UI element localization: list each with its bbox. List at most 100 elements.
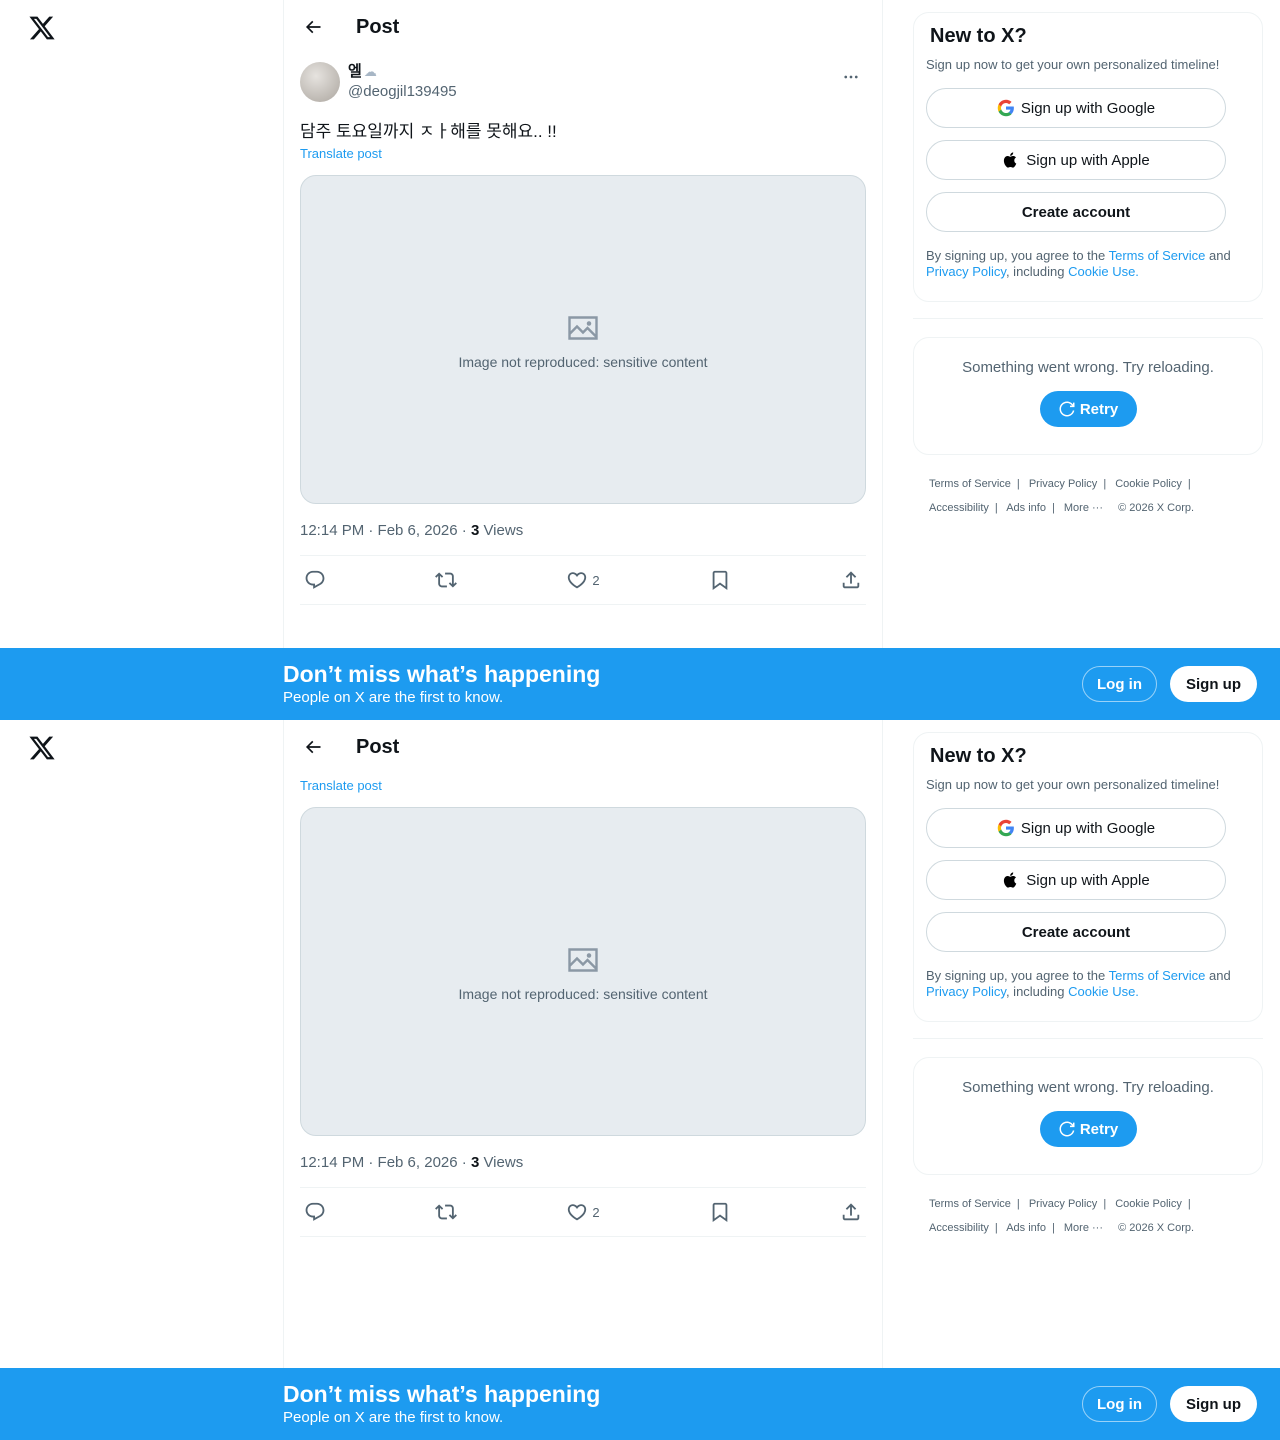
google-signup-button[interactable]: Sign up with Google xyxy=(926,88,1226,128)
footer-cookie[interactable]: Cookie Policy xyxy=(1115,478,1182,490)
footer-terms[interactable]: Terms of Service xyxy=(929,478,1011,490)
post-time[interactable]: 12:14 PM · Feb 6, 2026 · xyxy=(300,522,471,539)
cookie-use-link[interactable]: Cookie Use. xyxy=(1068,264,1139,279)
sidebar-footer: Terms of Service | Privacy Policy | Cookie… xyxy=(929,1198,1195,1234)
x-logo-icon[interactable] xyxy=(28,734,56,762)
apple-signup-button[interactable]: Sign up with Apple xyxy=(926,860,1226,900)
footer-more[interactable]: More ··· xyxy=(1064,1222,1103,1234)
terms-link[interactable]: Terms of Service xyxy=(1109,968,1206,983)
retry-button[interactable]: Retry xyxy=(1039,391,1137,427)
x-logo-icon[interactable] xyxy=(28,14,56,42)
google-signup-label: Sign up with Google xyxy=(1020,819,1156,837)
footer-privacy[interactable]: Privacy Policy xyxy=(1029,1198,1097,1210)
repost-icon[interactable] xyxy=(435,563,458,597)
banner-title: Don’t miss what’s happening xyxy=(283,661,601,687)
post-media-placeholder[interactable]: Image not reproduced: sensitive content xyxy=(300,175,866,504)
avatar[interactable] xyxy=(300,62,340,102)
apple-icon xyxy=(1004,872,1017,888)
reply-icon[interactable] xyxy=(304,1195,326,1229)
reply-icon[interactable] xyxy=(304,563,326,597)
share-icon[interactable] xyxy=(840,563,862,597)
right-sidebar: New to X? Sign up now to get your own pe… xyxy=(913,732,1263,1240)
post-meta: 12:14 PM · Feb 6, 2026 · 3 Views xyxy=(300,521,866,541)
like-icon[interactable]: 2 xyxy=(566,1195,600,1229)
sidebar-divider xyxy=(913,1038,1263,1039)
signup-banner: Don’t miss what’s happening People on X … xyxy=(0,1368,1280,1440)
create-account-button[interactable]: Create account xyxy=(926,912,1226,952)
error-card: Something went wrong. Try reloading. Ret… xyxy=(913,1057,1263,1175)
back-arrow-icon[interactable] xyxy=(296,730,330,764)
like-count: 2 xyxy=(592,1204,600,1220)
share-icon[interactable] xyxy=(840,1195,862,1229)
footer-terms[interactable]: Terms of Service xyxy=(929,1198,1011,1210)
handle[interactable]: @deogjil139495 xyxy=(348,82,457,102)
repost-icon[interactable] xyxy=(435,1195,458,1229)
back-arrow-icon[interactable] xyxy=(296,10,330,44)
footer-copyright: © 2026 X Corp. xyxy=(1118,502,1195,514)
footer-cookie[interactable]: Cookie Policy xyxy=(1115,1198,1182,1210)
action-bar: 2 xyxy=(300,1187,866,1237)
views-label: Views xyxy=(479,1154,524,1171)
retry-button[interactable]: Retry xyxy=(1039,1111,1137,1147)
more-icon[interactable] xyxy=(836,62,866,92)
post-time[interactable]: 12:14 PM · Feb 6, 2026 · xyxy=(300,1154,471,1171)
post-header: Post xyxy=(284,0,882,54)
refresh-icon xyxy=(1059,401,1075,417)
sidebar-divider xyxy=(913,318,1263,319)
signup-banner: Don’t miss what’s happening People on X … xyxy=(0,648,1280,720)
terms-link[interactable]: Terms of Service xyxy=(1109,248,1206,263)
signup-button[interactable]: Sign up xyxy=(1170,666,1257,702)
google-signup-label: Sign up with Google xyxy=(1020,99,1156,117)
cookie-use-link[interactable]: Cookie Use. xyxy=(1068,984,1139,999)
error-message: Something went wrong. Try reloading. xyxy=(962,1079,1214,1096)
display-name[interactable]: 엘 xyxy=(348,63,362,80)
legal-prefix: By signing up, you agree to the xyxy=(926,248,1109,263)
action-bar: 2 xyxy=(300,555,866,605)
bookmark-icon[interactable] xyxy=(709,563,731,597)
footer-ads[interactable]: Ads info xyxy=(1006,1222,1046,1234)
footer-copyright: © 2026 X Corp. xyxy=(1118,1222,1195,1234)
google-signup-button[interactable]: Sign up with Google xyxy=(926,808,1226,848)
post: Translate post Image not reproduced: sen… xyxy=(300,720,866,1237)
legal-including: , including xyxy=(1005,264,1069,279)
banner-title: Don’t miss what’s happening xyxy=(283,1381,601,1407)
apple-signup-label: Sign up with Apple xyxy=(1026,151,1150,169)
author-names: 엘 ☁ @deogjil139495 xyxy=(348,62,457,102)
footer-ads[interactable]: Ads info xyxy=(1006,502,1046,514)
signup-subtitle: Sign up now to get your own personalized… xyxy=(926,777,1220,792)
privacy-link[interactable]: Privacy Policy xyxy=(926,264,1006,279)
main-column: Post Translate post Image not reproduced… xyxy=(283,720,883,1440)
translate-post-link[interactable]: Translate post xyxy=(300,778,382,793)
page-title: Post xyxy=(356,735,400,758)
signup-legal: By signing up, you agree to the Terms of… xyxy=(926,248,1250,280)
signup-title: New to X? xyxy=(930,745,1027,767)
post: 엘 ☁ @deogjil139495 담주 토요일까지 ㅈㅏ해를 못해요.. !!… xyxy=(300,62,866,605)
signup-subtitle: Sign up now to get your own personalized… xyxy=(926,57,1220,72)
footer-accessibility[interactable]: Accessibility xyxy=(929,502,989,514)
banner-subtitle: People on X are the first to know. xyxy=(283,689,504,706)
post-meta: 12:14 PM · Feb 6, 2026 · 3 Views xyxy=(300,1153,866,1173)
like-icon[interactable]: 2 xyxy=(566,563,600,597)
google-icon xyxy=(997,819,1014,837)
views-label: Views xyxy=(479,522,524,539)
post-media-placeholder[interactable]: Image not reproduced: sensitive content xyxy=(300,807,866,1136)
privacy-link[interactable]: Privacy Policy xyxy=(926,984,1006,999)
login-button[interactable]: Log in xyxy=(1082,1386,1157,1422)
footer-privacy[interactable]: Privacy Policy xyxy=(1029,478,1097,490)
create-account-button[interactable]: Create account xyxy=(926,192,1226,232)
media-notice: Image not reproduced: sensitive content xyxy=(458,353,708,370)
footer-accessibility[interactable]: Accessibility xyxy=(929,1222,989,1234)
image-hidden-icon xyxy=(568,947,598,972)
right-sidebar: New to X? Sign up now to get your own pe… xyxy=(913,12,1263,520)
apple-signup-button[interactable]: Sign up with Apple xyxy=(926,140,1226,180)
legal-including: , including xyxy=(1005,984,1069,999)
screen-top: Post 엘 ☁ @deogjil139495 담주 토요일까지 ㅈㅏ해를 못해요… xyxy=(0,0,1280,720)
bookmark-icon[interactable] xyxy=(709,1195,731,1229)
translate-post-link[interactable]: Translate post xyxy=(300,146,382,161)
signup-button[interactable]: Sign up xyxy=(1170,1386,1257,1422)
main-column: Post 엘 ☁ @deogjil139495 담주 토요일까지 ㅈㅏ해를 못해요… xyxy=(283,0,883,720)
signup-card: New to X? Sign up now to get your own pe… xyxy=(913,12,1263,302)
login-button[interactable]: Log in xyxy=(1082,666,1157,702)
footer-more[interactable]: More ··· xyxy=(1064,502,1103,514)
image-hidden-icon xyxy=(568,315,598,340)
